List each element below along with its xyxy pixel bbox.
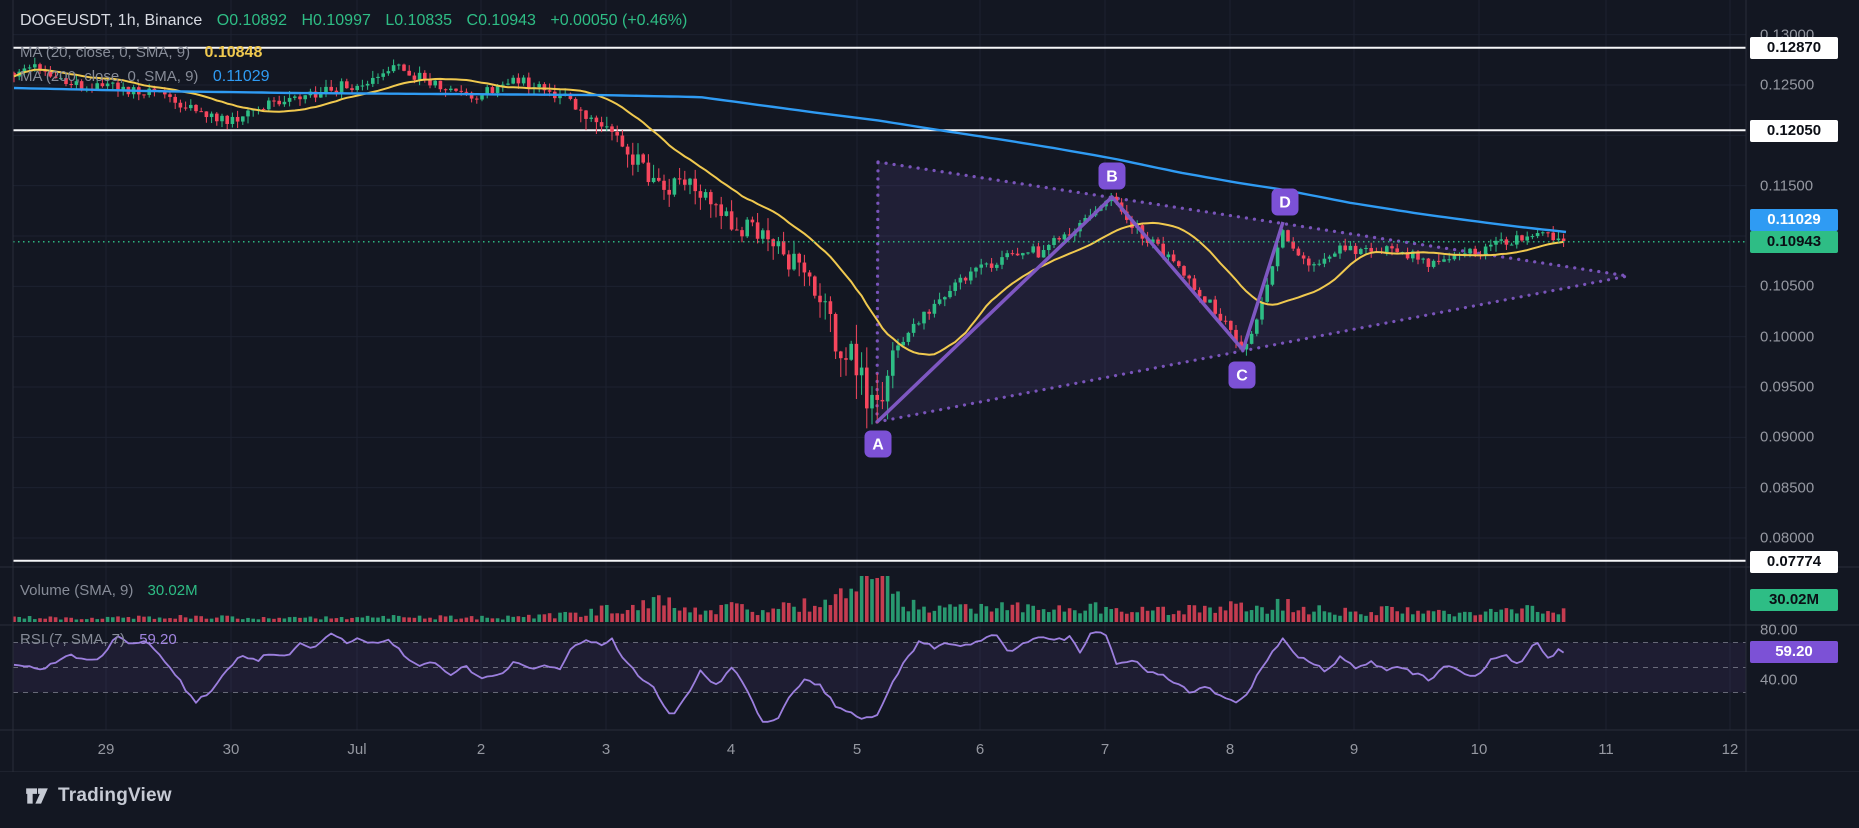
ma200-legend[interactable]: MA (200, close, 0, SMA, 9) 0.11029	[20, 68, 270, 86]
time-axis-label: 5	[835, 741, 879, 758]
time-axis-label: 10	[1457, 741, 1501, 758]
tradingview-logo-text: TradingView	[58, 785, 172, 807]
price-axis-tick: 0.11500	[1760, 178, 1813, 195]
price-axis-tick: 0.10000	[1760, 329, 1814, 346]
rsi-legend[interactable]: RSI (7, SMA, 7) 59.20	[20, 631, 177, 648]
ma200-line	[14, 88, 1566, 232]
price-axis-tick: 0.12500	[1760, 77, 1814, 94]
price-axis-tick: 0.10500	[1760, 278, 1814, 295]
axis-badge-level-07774: 0.07774	[1750, 551, 1838, 573]
price-pane[interactable]: A B C D	[12, 48, 1746, 561]
pattern-point-label-b[interactable]: B	[1099, 163, 1126, 190]
ma200-label: MA (200, close, 0, SMA, 9)	[20, 68, 198, 85]
tradingview-logo[interactable]: TradingView	[24, 783, 172, 809]
chart-plot-area[interactable]: A B C D	[0, 0, 1859, 772]
time-axis-label: 8	[1208, 741, 1252, 758]
rsi-pane[interactable]	[13, 632, 1746, 722]
ohlc-high: H0.10997	[301, 12, 370, 29]
ma20-label: MA (20, close, 0, SMA, 9)	[20, 44, 190, 61]
pattern-point-label-a[interactable]: A	[865, 431, 892, 458]
time-axis-label: 6	[958, 741, 1002, 758]
time-axis-label: 30	[209, 741, 253, 758]
ohlc-low: L0.10835	[385, 12, 452, 29]
pattern-point-label-d[interactable]: D	[1272, 189, 1299, 216]
price-axis-tick: 40.00	[1760, 672, 1798, 689]
price-axis[interactable]: 0.130000.125000.115000.105000.100000.095…	[1746, 0, 1859, 772]
axis-badge-level-12050: 0.12050	[1750, 120, 1838, 142]
axis-badge-level-12870: 0.12870	[1750, 37, 1838, 59]
ma20-value: 0.10848	[205, 44, 263, 61]
rsi-value: 59.20	[139, 631, 177, 648]
tradingview-logo-icon	[24, 783, 50, 809]
symbol-title: DOGEUSDT, 1h, Binance	[20, 12, 202, 29]
volume-value: 30.02M	[148, 582, 198, 599]
ohlc-open: O0.10892	[217, 12, 287, 29]
svg-text:C: C	[1236, 368, 1248, 385]
ma200-value: 0.11029	[213, 68, 270, 85]
price-axis-tick: 80.00	[1760, 622, 1798, 639]
price-axis-tick: 0.08000	[1760, 530, 1814, 547]
time-axis-label: 29	[84, 741, 128, 758]
ohlc-change: +0.00050 (+0.46%)	[550, 12, 687, 29]
tradingview-chart-window: A B C D DOGEUSDT, 1h, Binance O0.10892 H0.1…	[0, 0, 1859, 828]
time-axis-label: 11	[1584, 741, 1628, 758]
ohlc-close: C0.10943	[467, 12, 536, 29]
time-axis-label: 3	[584, 741, 628, 758]
volume-legend[interactable]: Volume (SMA, 9) 30.02M	[20, 582, 198, 599]
axis-badge-last-price: 0.10943	[1750, 231, 1838, 253]
rsi-label: RSI (7, SMA, 7)	[20, 631, 125, 648]
pattern-point-label-c[interactable]: C	[1229, 362, 1256, 389]
time-axis-label: 9	[1332, 741, 1376, 758]
time-axis-label: 7	[1083, 741, 1127, 758]
footer-bar: TradingView	[0, 772, 1859, 828]
price-axis-tick: 0.09500	[1760, 379, 1814, 396]
svg-text:A: A	[872, 437, 884, 454]
axis-badge-volume-sma: 30.02M	[1750, 589, 1838, 611]
axis-badge-ma200-price: 0.11029	[1750, 209, 1838, 231]
time-axis-label: 2	[459, 741, 503, 758]
time-axis[interactable]: 2930Jul23456789101112	[0, 730, 1859, 772]
axis-badge-rsi-value: 59.20	[1750, 641, 1838, 663]
volume-label: Volume (SMA, 9)	[20, 582, 133, 599]
price-axis-tick: 0.09000	[1760, 429, 1814, 446]
svg-text:B: B	[1106, 169, 1118, 186]
volume-series	[12, 576, 1565, 622]
price-axis-tick: 0.08500	[1760, 480, 1814, 497]
svg-text:D: D	[1279, 195, 1291, 212]
time-axis-label: Jul	[335, 741, 379, 758]
symbol-ohlc-legend[interactable]: DOGEUSDT, 1h, Binance O0.10892 H0.10997 …	[20, 12, 687, 30]
ma20-legend[interactable]: MA (20, close, 0, SMA, 9) 0.10848	[20, 44, 262, 62]
time-axis-label: 4	[709, 741, 753, 758]
